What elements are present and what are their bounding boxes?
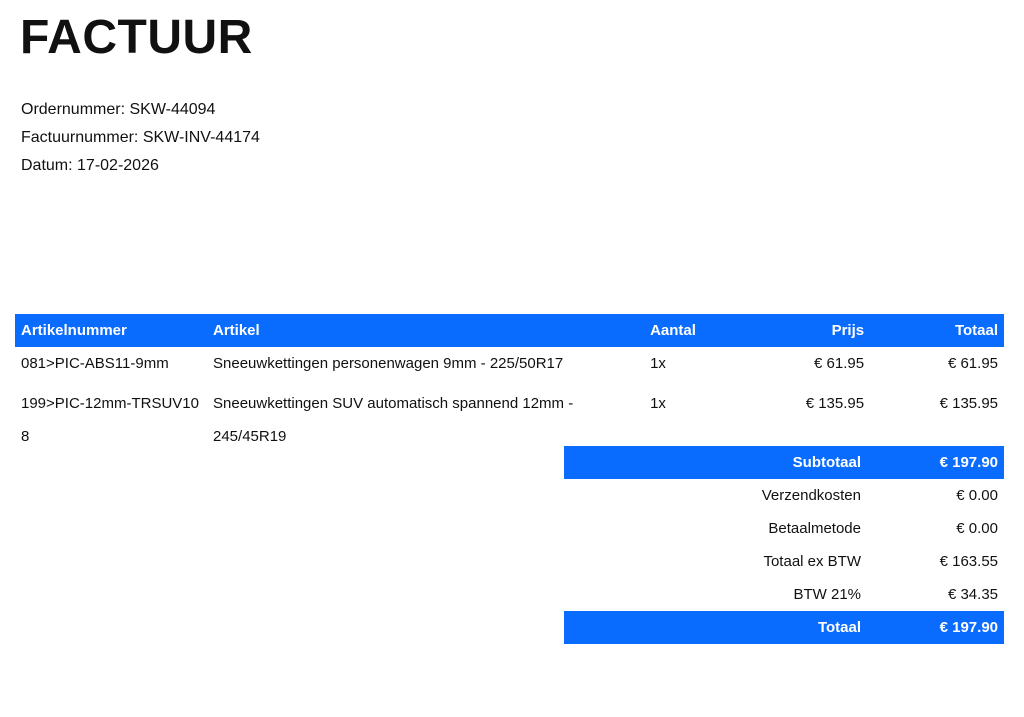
header-total: Totaal <box>870 314 1004 347</box>
row-article-cell: Sneeuwkettingen personenwagen 9mm - 225/… <box>207 347 644 387</box>
row-price-cell: € 135.95 <box>753 387 870 453</box>
row-total: € 135.95 <box>939 395 998 412</box>
invoice-number: Factuurnummer: SKW-INV-44174 <box>21 129 260 146</box>
row-total-cell: € 61.95 <box>870 347 1004 387</box>
table-row: 081>PIC-ABS11-9mm Sneeuwkettingen person… <box>15 347 1004 387</box>
subtotal-row: Subtotaal € 197.90 <box>564 446 1004 479</box>
row-sku-cell: 199>PIC-12mm-TRSUV108 <box>15 387 207 453</box>
row-quantity: 1x <box>650 355 666 372</box>
row-article: Sneeuwkettingen personenwagen 9mm - 225/… <box>213 355 564 372</box>
total-ex-vat-value: € 163.55 <box>939 553 998 570</box>
payment-method-value: € 0.00 <box>956 520 998 537</box>
row-price-cell: € 61.95 <box>753 347 870 387</box>
table-row: 199>PIC-12mm-TRSUV108 Sneeuwkettingen SU… <box>15 387 1004 453</box>
payment-method-row: Betaalmetode € 0.00 <box>564 512 1004 545</box>
row-sku: 199>PIC-12mm-TRSUV108 <box>21 395 199 445</box>
grand-total-label: Totaal <box>564 611 867 644</box>
total-ex-vat-label: Totaal ex BTW <box>763 553 861 570</box>
header-price: Prijs <box>753 314 871 347</box>
row-article-cell: Sneeuwkettingen SUV automatisch spannend… <box>207 387 644 453</box>
row-quantity: 1x <box>650 395 666 412</box>
row-article: Sneeuwkettingen SUV automatisch spannend… <box>213 395 574 445</box>
grand-total-value: € 197.90 <box>867 611 1004 644</box>
row-total: € 61.95 <box>947 355 998 372</box>
row-quantity-cell: 1x <box>644 347 753 387</box>
vat-value: € 34.35 <box>947 586 998 603</box>
row-quantity-cell: 1x <box>644 387 753 453</box>
items-header-row: Artikelnummer Artikel Aantal Prijs Totaa… <box>15 314 1004 347</box>
items-table: Artikelnummer Artikel Aantal Prijs Totaa… <box>15 314 1004 453</box>
shipping-value: € 0.00 <box>956 487 998 504</box>
shipping-row: Verzendkosten € 0.00 <box>564 479 1004 512</box>
totals-table: Subtotaal € 197.90 Verzendkosten € 0.00 … <box>564 446 1004 644</box>
invoice-meta: Ordernummer: SKW-44094 Factuurnummer: SK… <box>21 96 260 180</box>
vat-row: BTW 21% € 34.35 <box>564 578 1004 611</box>
shipping-label: Verzendkosten <box>761 487 861 504</box>
header-quantity: Aantal <box>644 314 754 347</box>
row-price: € 135.95 <box>805 395 865 412</box>
subtotal-value: € 197.90 <box>867 446 1004 479</box>
grand-total-row: Totaal € 197.90 <box>564 611 1004 644</box>
order-number: Ordernummer: SKW-44094 <box>21 101 216 118</box>
row-sku-cell: 081>PIC-ABS11-9mm <box>15 347 207 387</box>
subtotal-label: Subtotaal <box>564 446 867 479</box>
row-sku: 081>PIC-ABS11-9mm <box>21 355 169 372</box>
header-article: Artikel <box>207 314 645 347</box>
row-price: € 61.95 <box>814 355 865 372</box>
total-ex-vat-row: Totaal ex BTW € 163.55 <box>564 545 1004 578</box>
vat-label: BTW 21% <box>793 586 861 603</box>
row-total-cell: € 135.95 <box>870 387 1004 453</box>
invoice-title: FACTUUR <box>20 11 253 64</box>
payment-method-label: Betaalmetode <box>768 520 861 537</box>
invoice-date: Datum: 17-02-2026 <box>21 157 159 174</box>
header-sku: Artikelnummer <box>15 314 207 347</box>
